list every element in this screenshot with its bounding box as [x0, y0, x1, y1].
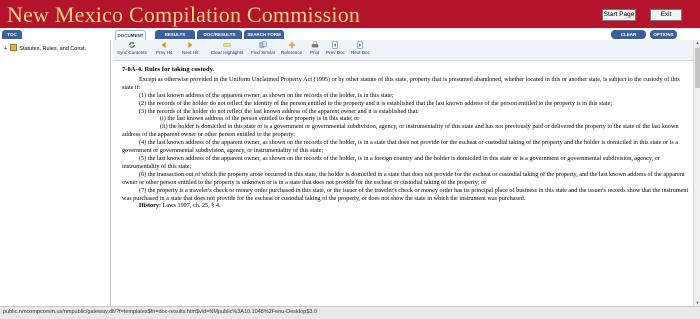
sidebar-item-statutes[interactable]: + Statutes, Rules, and Const. [4, 44, 86, 52]
document-toolbar: Sync Contents Prev Hit Next Hit Clear Hi… [113, 40, 693, 61]
site-title: New Mexico Compilation Commission [7, 2, 361, 27]
paragraph-3: (3) the records of the holder do not ref… [139, 107, 419, 115]
status-url: public.nmcompcomm.us/nmpublic/gateway.dl… [3, 309, 318, 315]
status-bar: public.nmcompcomm.us/nmpublic/gateway.dl… [0, 306, 700, 319]
toc-sidebar: + Statutes, Rules, and Const. [0, 40, 111, 306]
paragraph-1: (1) the last known address of the appare… [139, 91, 394, 99]
history-note: History: Laws 1997, ch. 25, § 4. [122, 202, 690, 210]
document-content: 7-8A-4. Rules for taking custody. Except… [122, 66, 690, 306]
options-button[interactable]: OPTIONS [650, 30, 677, 39]
clear-highlights-button[interactable]: Clear Highlights [211, 41, 243, 55]
tab-toc[interactable]: TOC [2, 30, 22, 39]
print-button[interactable]: Print [310, 41, 319, 55]
paragraph-7: (7) the property is a traveler's check o… [122, 186, 689, 202]
history-label: History: [139, 202, 161, 210]
clear-search-button[interactable]: CLEAR SEARCH [611, 30, 646, 46]
expand-icon[interactable]: + [4, 46, 7, 52]
print-icon [311, 41, 318, 48]
find-similar-button[interactable]: Find Similar [251, 41, 275, 55]
next-doc-button[interactable]: Next Doc [351, 41, 370, 55]
next-hit-button[interactable]: Next Hit [182, 41, 198, 55]
sync-contents-button[interactable]: Sync Contents [117, 41, 147, 55]
tab-document[interactable]: DOCUMENT [115, 30, 146, 40]
tab-search-form[interactable]: SEARCH FORM [244, 30, 284, 39]
document-scrollbar[interactable]: ▲ ▼ [693, 40, 700, 306]
reference-icon [288, 41, 295, 49]
exit-button[interactable]: Exit [650, 9, 682, 21]
scroll-up-icon[interactable]: ▲ [695, 40, 700, 46]
paragraph-3-ii: (ii) the holder is domiciled in this sta… [122, 123, 679, 139]
scrollbar-thumb[interactable] [695, 48, 700, 88]
prev-hit-button[interactable]: Prev Hit [156, 41, 172, 55]
folder-icon [9, 44, 17, 51]
prev-doc-button[interactable]: Prev Doc [326, 41, 345, 55]
tab-doc-results[interactable]: DOC/RESULTS [197, 30, 242, 39]
paragraph-4: (4) the last known address of the appare… [122, 139, 679, 155]
next-hit-icon [188, 41, 193, 49]
tab-bar [0, 28, 700, 40]
next-doc-icon [357, 41, 364, 49]
tab-results[interactable]: RESULTS [155, 30, 195, 39]
sync-icon [128, 41, 135, 48]
prev-hit-icon [161, 41, 166, 49]
prev-doc-icon [332, 41, 339, 49]
header-banner: New Mexico Compilation Commission Start … [0, 0, 700, 28]
paragraph-6: (6) the transaction out of which the pro… [122, 170, 685, 186]
section-heading: 7-8A-4. Rules for taking custody. [122, 66, 215, 73]
sidebar-item-label: Statutes, Rules, and Const. [19, 46, 87, 52]
clear-highlights-icon [223, 43, 231, 47]
paragraph-2: (2) the records of the holder do not ref… [139, 99, 613, 107]
reference-button[interactable]: Reference [281, 41, 302, 55]
history-text: Laws 1997, ch. 25, § 4. [161, 202, 221, 210]
start-page-button[interactable]: Start Page [602, 9, 636, 21]
paragraph-3-i: (i) the last known address of the person… [160, 115, 360, 123]
find-similar-icon [259, 41, 267, 48]
section-intro: Except as otherwise provided in the Unif… [122, 75, 680, 91]
paragraph-5: (5) the last known address of the appare… [122, 154, 660, 170]
